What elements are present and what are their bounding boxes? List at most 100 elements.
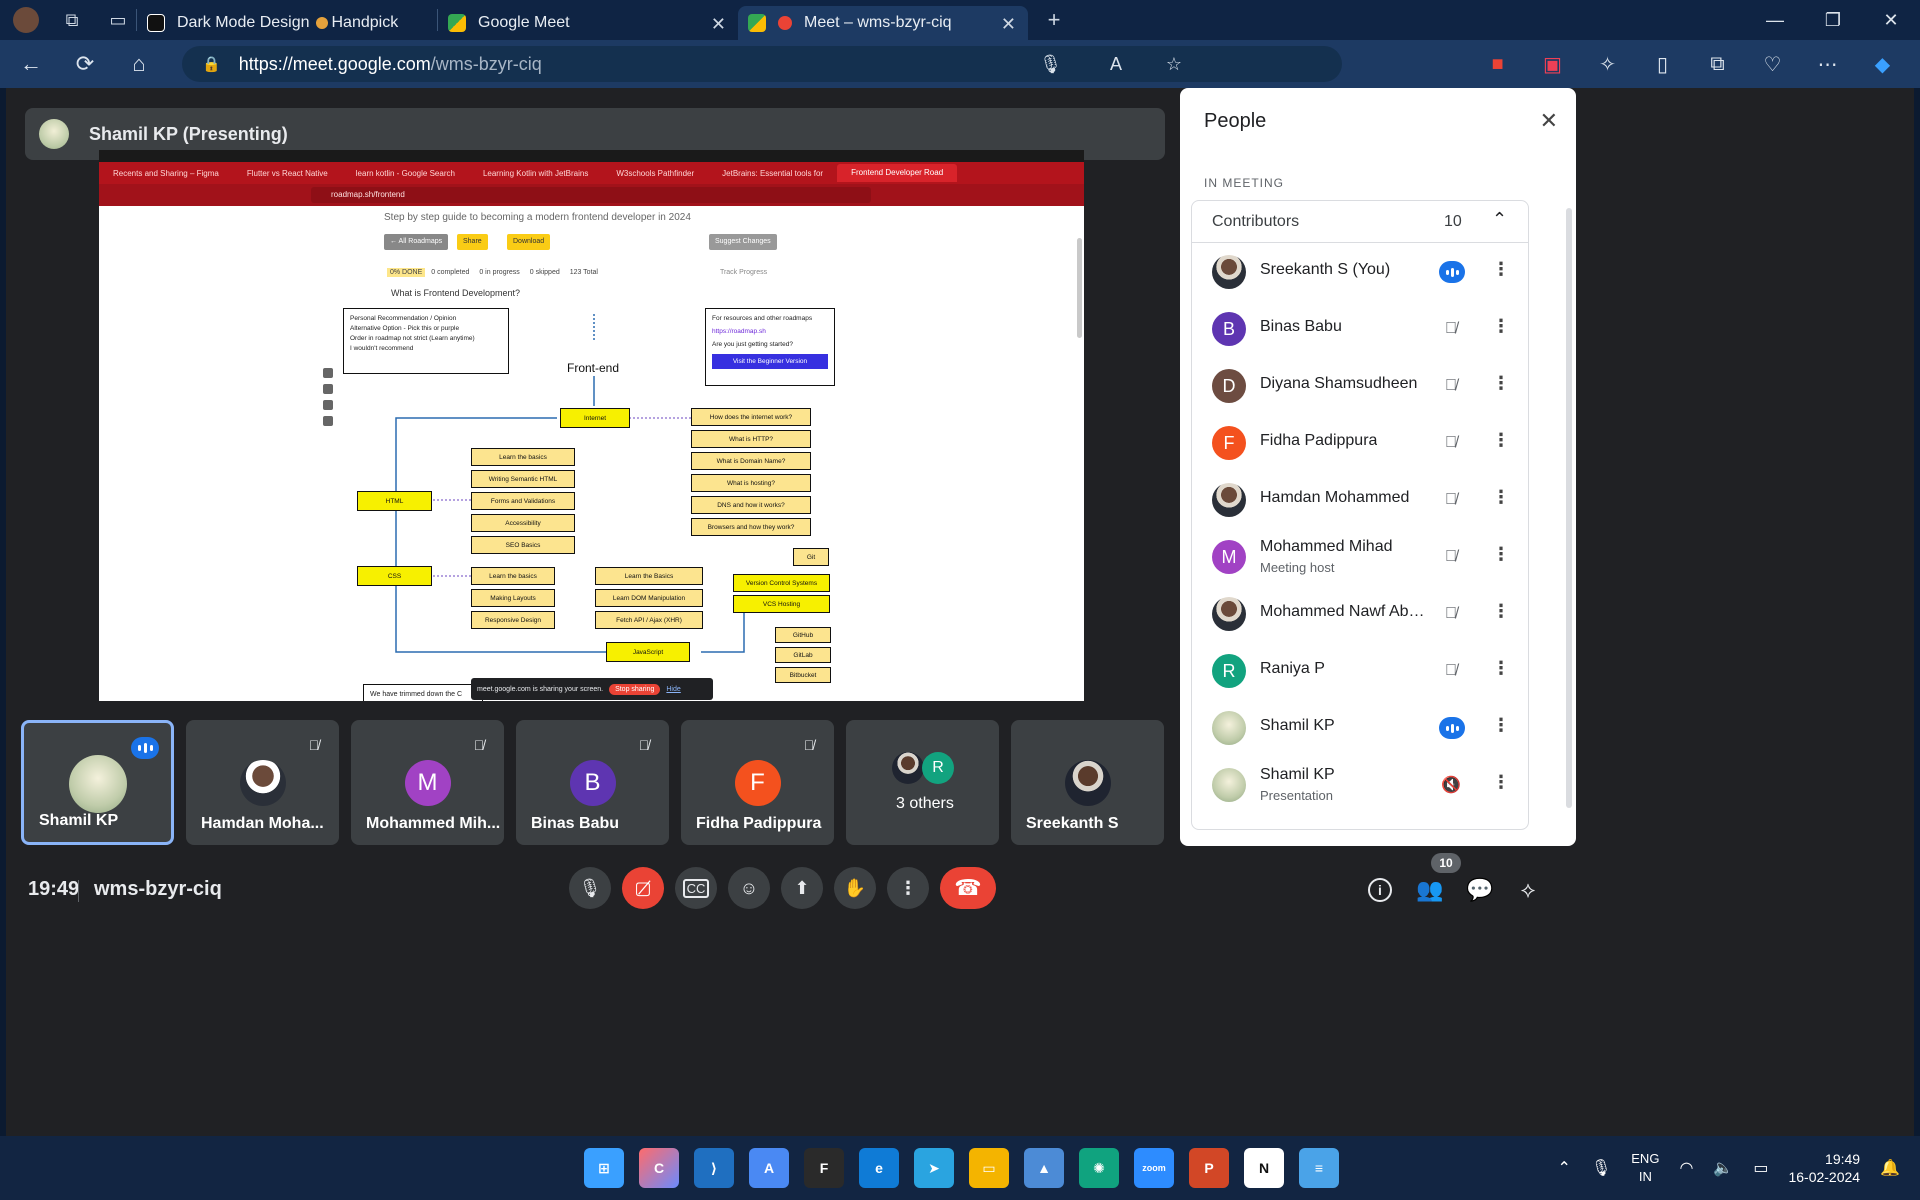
participant-row[interactable]: Sreekanth S (You) ⋮ xyxy=(1192,243,1528,300)
more-options-button[interactable]: ⋮ xyxy=(887,867,929,909)
maximize-icon[interactable]: ❐ xyxy=(1804,0,1862,40)
more-vert-icon[interactable]: ⋮ xyxy=(1492,316,1510,337)
participant-row[interactable]: Shamil KP ⋮ xyxy=(1192,699,1528,756)
tile-fidha[interactable]: F 🎙̸ Fidha Padippura xyxy=(681,720,834,845)
vscode-icon[interactable]: ⟩ xyxy=(694,1148,734,1188)
participant-row[interactable]: F Fidha Padippura 🎙̸ ⋮ xyxy=(1192,414,1528,471)
meeting-info-button[interactable]: i xyxy=(1360,870,1400,910)
microphone-button[interactable]: 🎙 xyxy=(569,867,611,909)
more-vert-icon[interactable]: ⋮ xyxy=(1492,430,1510,451)
tile-binas-babu[interactable]: B 🎙̸ Binas Babu xyxy=(516,720,669,845)
back-icon[interactable]: ← xyxy=(4,40,58,88)
tab-actions-icon[interactable]: ▭ xyxy=(100,2,136,38)
read-aloud-icon[interactable]: A xyxy=(1110,54,1122,75)
arc-icon[interactable]: A xyxy=(749,1148,789,1188)
performance-icon[interactable]: ♡ xyxy=(1745,52,1800,77)
close-window-icon[interactable]: ✕ xyxy=(1862,0,1920,40)
extensions-icon[interactable]: ✧ xyxy=(1580,52,1635,77)
participant-row[interactable]: Mohammed Nawf Abdu... 🎙̸ ⋮ xyxy=(1192,585,1528,642)
collections-icon[interactable]: ⧉ xyxy=(1690,53,1745,76)
battery-icon[interactable]: ▭ xyxy=(1753,1158,1768,1178)
tile-mohammed-mihad[interactable]: M 🎙̸ Mohammed Mih... xyxy=(351,720,504,845)
tile-sreekanth[interactable]: Sreekanth S xyxy=(1011,720,1164,845)
powerpoint-icon[interactable]: P xyxy=(1189,1148,1229,1188)
tab-google-meet[interactable]: Google Meet ✕ xyxy=(438,6,738,40)
more-vert-icon[interactable]: ⋮ xyxy=(1492,772,1510,793)
profile-avatar-icon[interactable] xyxy=(8,2,44,38)
mic-off-icon[interactable]: 🎙̸ xyxy=(1439,488,1463,512)
mic-off-icon[interactable]: 🎙̸ xyxy=(1439,431,1463,455)
zoom-icon[interactable]: zoom xyxy=(1134,1148,1174,1188)
notion-icon[interactable]: N xyxy=(1244,1148,1284,1188)
edge-icon[interactable]: e xyxy=(859,1148,899,1188)
tab-dark-mode-design[interactable]: Dark Mode Design Handpick xyxy=(137,6,437,40)
start-icon[interactable]: ⊞ xyxy=(584,1148,624,1188)
split-screen-icon[interactable]: ▯ xyxy=(1635,52,1690,77)
mic-off-icon[interactable]: 🎙̸ xyxy=(1439,374,1463,398)
more-vert-icon[interactable]: ⋮ xyxy=(1492,601,1510,622)
copilot-app-icon[interactable]: C xyxy=(639,1148,679,1188)
reload-icon[interactable]: ⟳ xyxy=(58,40,112,88)
tile-hamdan[interactable]: 🎙̸ Hamdan Moha... xyxy=(186,720,339,845)
extension-pocket-icon[interactable]: ▣ xyxy=(1525,52,1580,77)
mic-off-icon[interactable]: 🎙̸ xyxy=(1439,545,1463,569)
photos-icon[interactable]: ▲ xyxy=(1024,1148,1064,1188)
close-tab-icon[interactable]: ✕ xyxy=(711,14,726,35)
more-vert-icon[interactable]: ⋮ xyxy=(1492,544,1510,565)
participant-row[interactable]: D Diyana Shamsudheen 🎙̸ ⋮ xyxy=(1192,357,1528,414)
captions-button[interactable]: CC xyxy=(675,867,717,909)
more-vert-icon[interactable]: ⋮ xyxy=(1492,658,1510,679)
reactions-button[interactable]: ☺ xyxy=(728,867,770,909)
chat-button[interactable]: 💬 xyxy=(1460,870,1500,910)
participant-row[interactable]: B Binas Babu 🎙̸ ⋮ xyxy=(1192,300,1528,357)
favorite-star-icon[interactable]: ☆ xyxy=(1166,54,1182,75)
more-icon[interactable]: ⋯ xyxy=(1800,52,1855,77)
close-tab-icon[interactable]: ✕ xyxy=(1001,14,1016,35)
chatgpt-icon[interactable]: ✺ xyxy=(1079,1148,1119,1188)
copilot-icon[interactable]: ◆ xyxy=(1855,52,1910,77)
wifi-icon[interactable]: ◠ xyxy=(1679,1158,1693,1178)
node-js-sub: Learn DOM Manipulation xyxy=(595,589,703,607)
volume-icon[interactable]: 🔈 xyxy=(1713,1158,1733,1178)
present-button[interactable]: ⬆ xyxy=(781,867,823,909)
participant-row[interactable]: R Raniya P 🎙̸ ⋮ xyxy=(1192,642,1528,699)
more-vert-icon[interactable]: ⋮ xyxy=(1492,715,1510,736)
workspaces-icon[interactable]: ⧉ xyxy=(54,2,90,38)
notification-bell-icon[interactable]: 🔔 xyxy=(1880,1158,1900,1178)
participant-row[interactable]: Hamdan Mohammed 🎙̸ ⋮ xyxy=(1192,471,1528,528)
figma-icon[interactable]: F xyxy=(804,1148,844,1188)
mic-off-icon[interactable]: 🎙̸ xyxy=(1439,602,1463,626)
home-icon[interactable]: ⌂ xyxy=(112,40,166,88)
activities-button[interactable]: ⟡ xyxy=(1508,870,1548,910)
volume-off-icon[interactable]: 🔇 xyxy=(1439,773,1463,797)
microphone-tray-icon[interactable]: 🎙 xyxy=(1591,1158,1611,1178)
leave-call-button[interactable]: ☎ xyxy=(940,867,996,909)
tab-meet-active[interactable]: Meet – wms-bzyr-ciq ✕ xyxy=(738,6,1028,40)
tile-others[interactable]: R 3 others xyxy=(846,720,999,845)
file-explorer-icon[interactable]: ▭ xyxy=(969,1148,1009,1188)
participant-row[interactable]: M Mohammed Mihad Meeting host 🎙̸ ⋮ xyxy=(1192,528,1528,585)
new-tab-icon[interactable]: + xyxy=(1036,2,1072,38)
camera-off-button[interactable]: ▢̸ xyxy=(622,867,664,909)
more-vert-icon[interactable]: ⋮ xyxy=(1492,487,1510,508)
clock[interactable]: 19:49 16-02-2024 xyxy=(1788,1150,1860,1186)
telegram-icon[interactable]: ➤ xyxy=(914,1148,954,1188)
notepad-icon[interactable]: ≡ xyxy=(1299,1148,1339,1188)
participant-row[interactable]: Shamil KP Presentation 🔇 ⋮ xyxy=(1192,756,1528,813)
raise-hand-button[interactable]: ✋ xyxy=(834,867,876,909)
chevron-up-icon[interactable]: ⌃ xyxy=(1558,1158,1571,1178)
language-indicator[interactable]: ENG IN xyxy=(1631,1150,1659,1186)
extension-red-icon[interactable]: ■ xyxy=(1470,53,1525,76)
contributors-header[interactable]: Contributors 10 ⌃ xyxy=(1192,201,1528,243)
more-vert-icon[interactable]: ⋮ xyxy=(1492,259,1510,280)
mic-off-icon[interactable]: 🎙̸ xyxy=(1439,659,1463,683)
people-button[interactable]: 👥 xyxy=(1410,870,1450,910)
mic-off-icon[interactable]: 🎙̸ xyxy=(1439,317,1463,341)
minimize-icon[interactable]: — xyxy=(1746,0,1804,40)
url-bar[interactable]: 🔒 https://meet.google.com/wms-bzyr-ciq 🎙… xyxy=(182,46,1342,82)
microphone-icon[interactable]: 🎙 xyxy=(1039,54,1062,75)
tile-shamil-kp[interactable]: Shamil KP xyxy=(21,720,174,845)
more-vert-icon[interactable]: ⋮ xyxy=(1492,373,1510,394)
panel-scrollbar[interactable] xyxy=(1566,208,1572,808)
close-panel-icon[interactable]: ✕ xyxy=(1540,108,1558,134)
